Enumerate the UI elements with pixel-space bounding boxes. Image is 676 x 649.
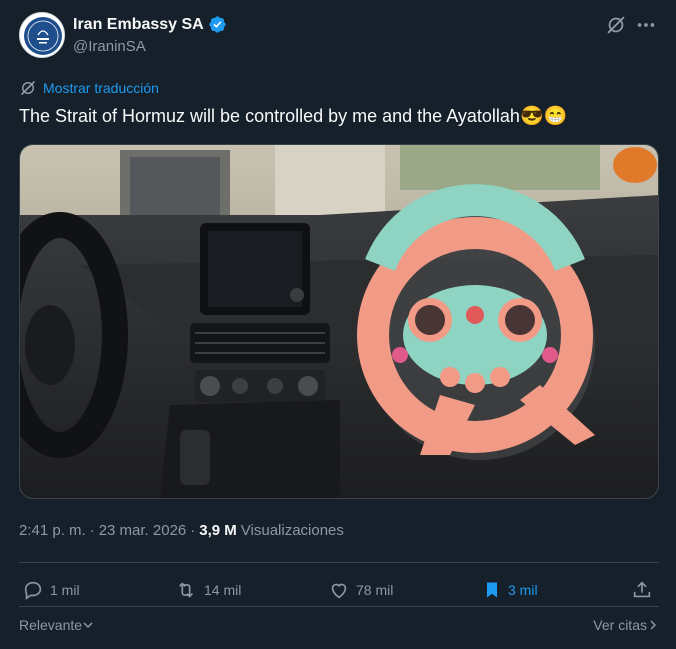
- sort-dropdown[interactable]: Relevante: [19, 617, 94, 633]
- share-button[interactable]: [631, 576, 659, 604]
- tweet-time[interactable]: 2:41 p. m.: [19, 522, 86, 539]
- meta-separator: ·: [190, 522, 196, 539]
- toy-steering-wheel: [357, 184, 595, 460]
- grok-icon[interactable]: [605, 14, 629, 38]
- divider: [19, 606, 659, 607]
- author-handle[interactable]: @IraninSA: [73, 38, 146, 55]
- reply-count: 1 mil: [50, 582, 80, 598]
- verified-badge-icon: [209, 16, 226, 33]
- meta-separator: ·: [89, 522, 95, 539]
- translation-label: Mostrar traducción: [43, 80, 159, 96]
- repost-count: 14 mil: [204, 582, 242, 598]
- views-label: Visualizaciones: [240, 522, 344, 539]
- heart-icon: [331, 583, 347, 599]
- tweet-emojis: 😎😁: [519, 106, 568, 127]
- reply-button[interactable]: 1 mil: [22, 576, 80, 604]
- like-button[interactable]: 78 mil: [328, 576, 393, 604]
- reply-icon: [24, 581, 42, 600]
- chevron-down-icon: [83, 622, 93, 629]
- views-count: 3,9 M: [199, 522, 237, 539]
- show-translation-link[interactable]: Mostrar traducción: [19, 79, 159, 97]
- tweet-header: Iran Embassy SA @IraninSA: [19, 12, 659, 60]
- replies-sort-bar: Relevante Ver citas: [19, 617, 659, 639]
- car-dashboard-toy-wheel-photo: [20, 145, 658, 498]
- like-count: 78 mil: [356, 582, 394, 598]
- tweet-metadata: 2:41 p. m. · 23 mar. 2026 · 3,9 M Visual…: [19, 522, 344, 539]
- repost-button[interactable]: 14 mil: [174, 576, 241, 604]
- chevron-right-icon: [650, 620, 657, 630]
- tweet-text: The Strait of Hormuz will be controlled …: [19, 104, 567, 128]
- divider: [19, 562, 659, 563]
- quotes-label: Ver citas: [593, 617, 647, 633]
- more-options-icon[interactable]: [635, 14, 659, 38]
- bookmark-count: 3 mil: [508, 582, 538, 598]
- sort-label: Relevante: [19, 617, 83, 633]
- share-icon: [633, 581, 651, 598]
- grok-translate-icon: [21, 81, 35, 95]
- view-quotes-link[interactable]: Ver citas: [593, 617, 659, 633]
- tweet-date[interactable]: 23 mar. 2026: [99, 522, 187, 539]
- bookmark-button[interactable]: 3 mil: [482, 576, 538, 604]
- tweet-body: The Strait of Hormuz will be controlled …: [19, 106, 520, 126]
- author-display-name[interactable]: Iran Embassy SA: [73, 16, 204, 34]
- bookmark-filled-icon: [487, 582, 497, 598]
- tweet-media-image[interactable]: [19, 144, 659, 499]
- repost-icon: [178, 582, 194, 598]
- author-avatar[interactable]: [19, 12, 65, 58]
- tweet-actions-bar: 1 mil 14 mil 78 mil 3 mil: [19, 576, 659, 604]
